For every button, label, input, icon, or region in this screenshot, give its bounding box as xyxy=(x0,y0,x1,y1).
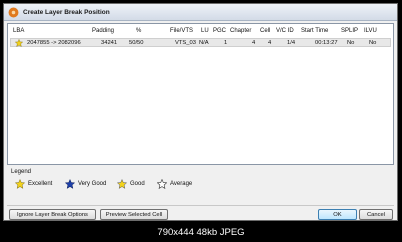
good-star-icon xyxy=(117,179,127,189)
table-row[interactable]: 2047855 -> 2082096 34241 50/50 VTS_03 N/… xyxy=(10,38,391,47)
cell-lba: 2047855 -> 2082096 xyxy=(27,40,81,46)
legend-item-very-good: Very Good xyxy=(65,179,106,189)
legend-label-average: Average xyxy=(170,181,193,187)
list-header: LBA Padding % File/VTS LU PGC Chapter Ce… xyxy=(8,24,393,39)
legend-label-very-good: Very Good xyxy=(78,181,107,187)
average-star-icon xyxy=(157,179,167,189)
cell-file-vts: VTS_03 xyxy=(175,40,196,46)
cell-padding: 34241 xyxy=(101,40,118,46)
app-icon xyxy=(8,7,19,17)
column-header-chapter[interactable]: Chapter xyxy=(230,28,251,34)
column-header-lu[interactable]: LU xyxy=(201,28,209,34)
column-header-pgc[interactable]: PGC xyxy=(213,28,226,34)
column-header-ilvu[interactable]: ILVU xyxy=(364,28,377,34)
legend-item-good: Good xyxy=(117,179,145,189)
cell-splip: No xyxy=(347,40,355,46)
legend-label-excellent: Excellent xyxy=(28,181,53,187)
column-header-start-time[interactable]: Start Time xyxy=(301,28,328,34)
legend-label-good: Good xyxy=(130,181,145,187)
legend-item-excellent: Excellent xyxy=(15,179,52,189)
legend-item-average: Average xyxy=(157,179,192,189)
column-header-cell[interactable]: Cell xyxy=(260,28,270,34)
column-header-lba[interactable]: LBA xyxy=(13,28,24,34)
preview-selected-cell-button[interactable]: Preview Selected Cell xyxy=(100,209,168,220)
cancel-button[interactable]: Cancel xyxy=(359,209,393,220)
title-bar: Create Layer Break Position xyxy=(4,4,397,21)
image-info-caption: 790x444 48kb JPEG xyxy=(157,227,245,238)
column-header-file-vts[interactable]: File/VTS xyxy=(170,28,193,34)
cell-vc-id: 1/4 xyxy=(287,40,296,46)
ok-button[interactable]: OK xyxy=(318,209,357,220)
cell-start-time: 00:13:27 xyxy=(315,40,338,46)
cell-percent: 50/50 xyxy=(129,40,144,46)
column-header-padding[interactable]: Padding xyxy=(92,28,114,34)
cell-ilvu: No xyxy=(369,40,377,46)
column-header-percent[interactable]: % xyxy=(136,28,141,34)
excellent-star-icon xyxy=(15,179,25,189)
layer-break-list[interactable]: LBA Padding % File/VTS LU PGC Chapter Ce… xyxy=(7,23,394,165)
cell-chapter: 4 xyxy=(252,40,256,46)
cell-cell: 4 xyxy=(268,40,272,46)
cell-pgc: 1 xyxy=(224,40,228,46)
excellent-star-icon xyxy=(15,39,23,47)
cell-lu: N/A xyxy=(199,40,209,46)
column-header-vc-id[interactable]: V/C ID xyxy=(276,28,294,34)
dialog-window: Create Layer Break Position LBA Padding … xyxy=(3,3,398,221)
legend: Legend Excellent Very Good Good Average xyxy=(7,167,394,191)
column-header-splip[interactable]: SPLIP xyxy=(341,28,358,34)
very-good-star-icon xyxy=(65,179,75,189)
divider xyxy=(7,205,394,206)
ignore-layer-break-options-button[interactable]: Ignore Layer Break Options xyxy=(9,209,96,220)
window-title: Create Layer Break Position xyxy=(23,8,110,16)
legend-title: Legend xyxy=(11,169,32,175)
